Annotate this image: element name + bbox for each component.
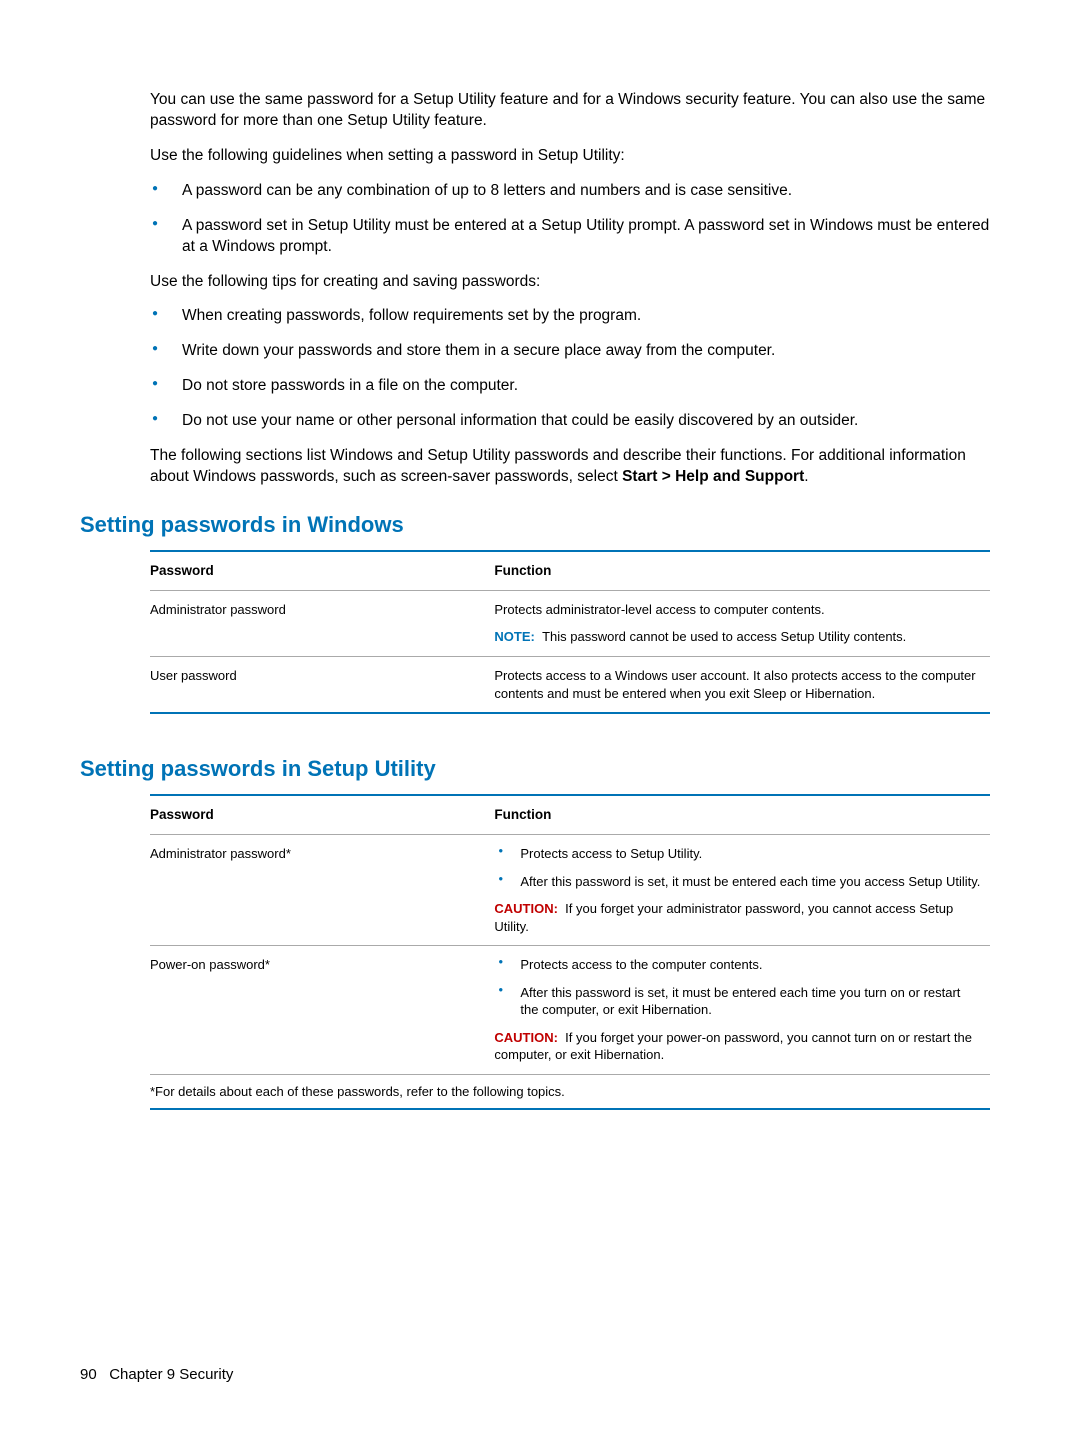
table-row: User password Protects access to a Windo… <box>150 656 990 713</box>
guidelines-list: A password can be any combination of up … <box>150 181 990 258</box>
page-number: 90 <box>80 1366 97 1383</box>
note-label: NOTE: <box>494 629 534 644</box>
footnote-text: *For details about each of these passwor… <box>150 1074 990 1109</box>
function-text: Protects administrator-level access to c… <box>494 601 982 619</box>
windows-passwords-table: Password Function Administrator password… <box>150 550 990 714</box>
paragraph: Use the following guidelines when settin… <box>150 146 990 167</box>
password-name-cell: Administrator password* <box>150 834 494 945</box>
list-item: After this password is set, it must be e… <box>494 984 982 1019</box>
password-name-cell: Administrator password <box>150 590 494 656</box>
column-header-function: Function <box>494 795 990 835</box>
caution-text: If you forget your administrator passwor… <box>494 901 953 934</box>
list-item: Do not use your name or other personal i… <box>150 411 990 432</box>
password-name-cell: User password <box>150 656 494 713</box>
list-item: When creating passwords, follow requirem… <box>150 306 990 327</box>
list-item: Protects access to the computer contents… <box>494 956 982 974</box>
list-item: A password can be any combination of up … <box>150 181 990 202</box>
function-cell: Protects access to Setup Utility. After … <box>494 834 990 945</box>
table-header-row: Password Function <box>150 795 990 835</box>
list-item: Write down your passwords and store them… <box>150 341 990 362</box>
function-bullets: Protects access to Setup Utility. After … <box>494 845 982 890</box>
chapter-label: Chapter 9 Security <box>109 1366 233 1383</box>
note-text: This password cannot be used to access S… <box>542 629 906 644</box>
caution-block: CAUTION: If you forget your administrato… <box>494 900 982 935</box>
tips-list: When creating passwords, follow requirem… <box>150 306 990 432</box>
caution-block: CAUTION: If you forget your power-on pas… <box>494 1029 982 1064</box>
table-row: Power-on password* Protects access to th… <box>150 946 990 1075</box>
table-footnote-row: *For details about each of these passwor… <box>150 1074 990 1109</box>
paragraph: You can use the same password for a Setu… <box>150 90 990 132</box>
function-cell: Protects access to the computer contents… <box>494 946 990 1075</box>
caution-text: If you forget your power-on password, yo… <box>494 1030 972 1063</box>
note-block: NOTE: This password cannot be used to ac… <box>494 628 982 646</box>
function-cell: Protects access to a Windows user accoun… <box>494 656 990 713</box>
function-bullets: Protects access to the computer contents… <box>494 956 982 1019</box>
password-name-cell: Power-on password* <box>150 946 494 1075</box>
section-heading-setup-utility: Setting passwords in Setup Utility <box>80 754 1000 784</box>
column-header-function: Function <box>494 551 990 591</box>
table-header-row: Password Function <box>150 551 990 591</box>
list-item: After this password is set, it must be e… <box>494 873 982 891</box>
function-text: Protects access to a Windows user accoun… <box>494 667 982 702</box>
paragraph: Use the following tips for creating and … <box>150 272 990 293</box>
menu-path: Start > Help and Support <box>622 468 804 485</box>
column-header-password: Password <box>150 795 494 835</box>
list-item: A password set in Setup Utility must be … <box>150 216 990 258</box>
text-run: The following sections list Windows and … <box>150 447 966 485</box>
list-item: Do not store passwords in a file on the … <box>150 376 990 397</box>
caution-label: CAUTION: <box>494 1030 558 1045</box>
setup-utility-passwords-table: Password Function Administrator password… <box>150 794 990 1111</box>
table-row: Administrator password* Protects access … <box>150 834 990 945</box>
intro-block: You can use the same password for a Setu… <box>150 90 990 488</box>
text-run: . <box>804 468 808 485</box>
paragraph: The following sections list Windows and … <box>150 446 990 488</box>
section-heading-windows: Setting passwords in Windows <box>80 510 1000 540</box>
caution-label: CAUTION: <box>494 901 558 916</box>
page-footer: 90 Chapter 9 Security <box>80 1365 233 1385</box>
document-page: You can use the same password for a Setu… <box>0 0 1080 1437</box>
function-cell: Protects administrator-level access to c… <box>494 590 990 656</box>
table-row: Administrator password Protects administ… <box>150 590 990 656</box>
column-header-password: Password <box>150 551 494 591</box>
list-item: Protects access to Setup Utility. <box>494 845 982 863</box>
